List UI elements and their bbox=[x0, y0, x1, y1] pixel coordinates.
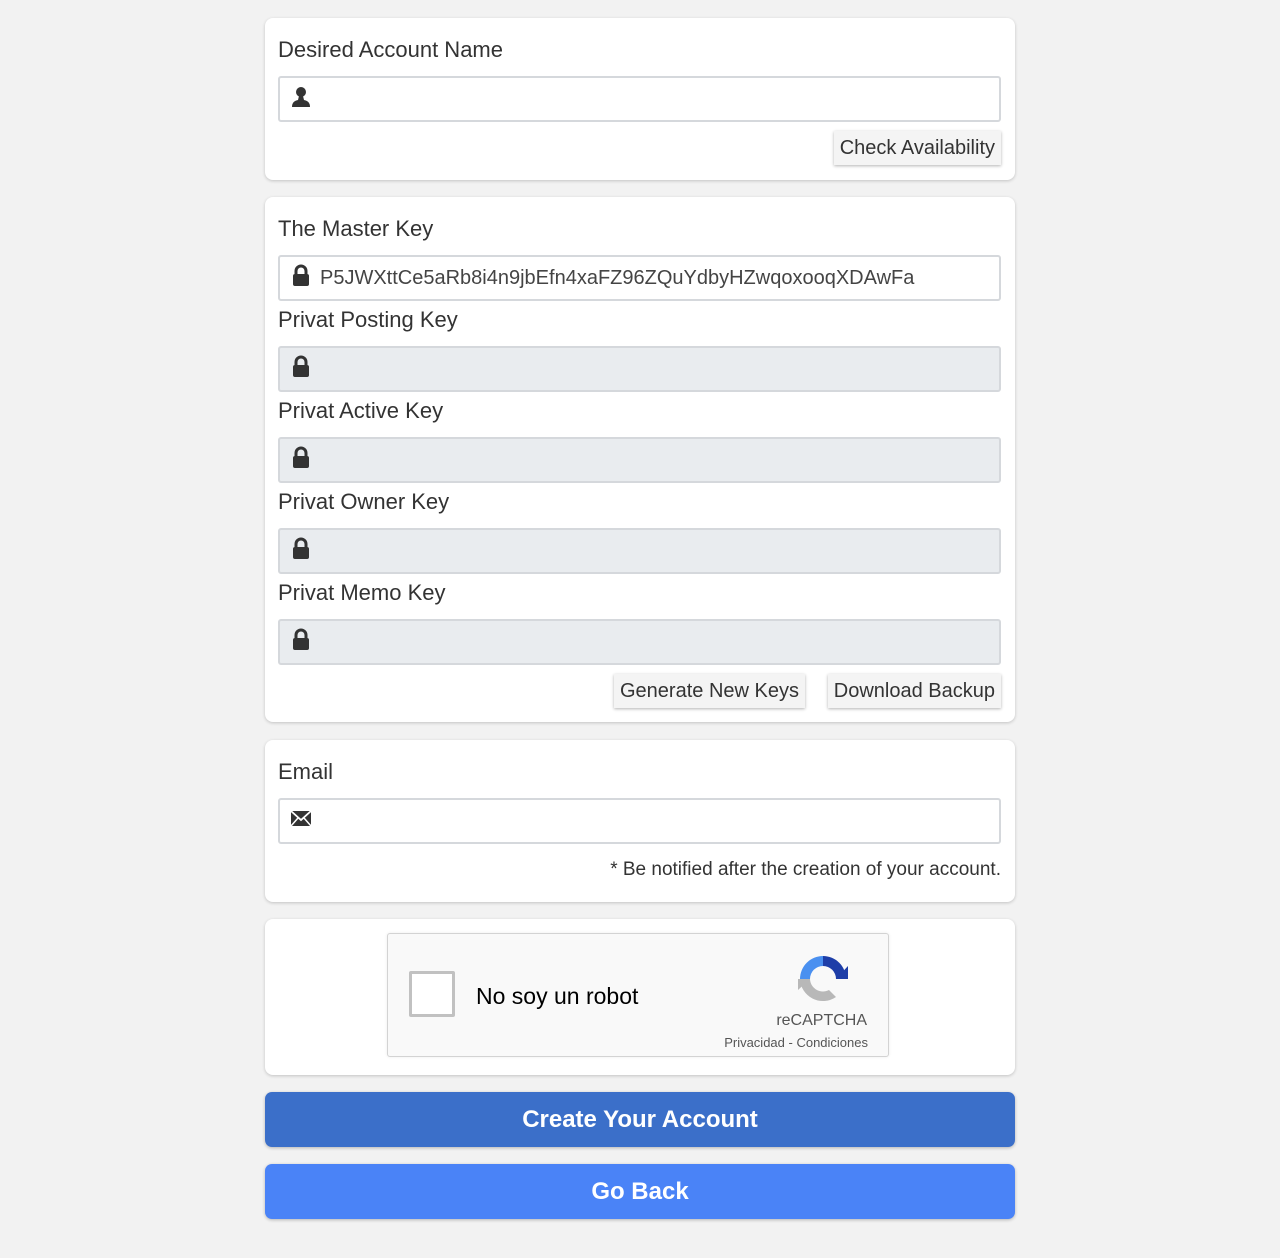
check-availability-button[interactable]: Check Availability bbox=[833, 131, 1001, 165]
captcha-card: No soy un robot reCAPTCHA Privacidad - C… bbox=[265, 919, 1015, 1075]
lock-icon bbox=[293, 446, 309, 468]
posting-key-label: Privat Posting Key bbox=[278, 307, 458, 332]
memo-key-field[interactable] bbox=[278, 619, 1001, 665]
master-key-field[interactable] bbox=[278, 255, 1001, 301]
user-icon bbox=[292, 87, 310, 107]
lock-icon bbox=[293, 355, 309, 377]
recaptcha-logo-icon bbox=[798, 956, 848, 1002]
lock-icon bbox=[293, 264, 309, 286]
email-label: Email bbox=[278, 759, 334, 784]
posting-key-input[interactable] bbox=[320, 348, 993, 390]
download-backup-button[interactable]: Download Backup bbox=[827, 674, 1001, 708]
go-back-button[interactable]: Go Back bbox=[265, 1164, 1015, 1219]
account-name-field[interactable] bbox=[278, 76, 1001, 122]
email-input[interactable] bbox=[320, 800, 993, 842]
account-name-card: Desired Account Name Check Availability bbox=[265, 18, 1015, 180]
master-key-label: The Master Key bbox=[278, 216, 434, 241]
envelope-icon bbox=[290, 810, 312, 827]
active-key-label: Privat Active Key bbox=[278, 398, 444, 423]
lock-icon bbox=[293, 628, 309, 650]
account-name-input[interactable] bbox=[320, 78, 993, 120]
memo-key-label: Privat Memo Key bbox=[278, 580, 446, 605]
recaptcha-label: No soy un robot bbox=[476, 983, 639, 1009]
posting-key-field[interactable] bbox=[278, 346, 1001, 392]
recaptcha-brand: reCAPTCHA bbox=[776, 1012, 867, 1029]
terms-link[interactable]: Condiciones bbox=[796, 1035, 868, 1050]
owner-key-field[interactable] bbox=[278, 528, 1001, 574]
master-key-input[interactable] bbox=[320, 257, 993, 299]
create-account-button[interactable]: Create Your Account bbox=[265, 1092, 1015, 1147]
email-field[interactable] bbox=[278, 798, 1001, 844]
memo-key-input[interactable] bbox=[320, 621, 993, 663]
recaptcha-widget: No soy un robot reCAPTCHA Privacidad - C… bbox=[387, 933, 889, 1057]
links-separator: - bbox=[784, 1035, 797, 1050]
account-name-label: Desired Account Name bbox=[278, 37, 503, 62]
generate-new-keys-button[interactable]: Generate New Keys bbox=[614, 674, 805, 708]
email-note: * Be notified after the creation of your… bbox=[610, 859, 1001, 880]
active-key-field[interactable] bbox=[278, 437, 1001, 483]
recaptcha-links: Privacidad - Condiciones bbox=[724, 1035, 868, 1050]
active-key-input[interactable] bbox=[320, 439, 993, 481]
lock-icon bbox=[293, 537, 309, 559]
recaptcha-checkbox[interactable] bbox=[409, 971, 455, 1017]
email-card: Email * Be notified after the creation o… bbox=[265, 740, 1015, 902]
keys-card: The Master Key Privat Posting Key Privat… bbox=[265, 197, 1015, 722]
privacy-link[interactable]: Privacidad bbox=[724, 1035, 785, 1050]
owner-key-label: Privat Owner Key bbox=[278, 489, 450, 514]
owner-key-input[interactable] bbox=[320, 530, 993, 572]
